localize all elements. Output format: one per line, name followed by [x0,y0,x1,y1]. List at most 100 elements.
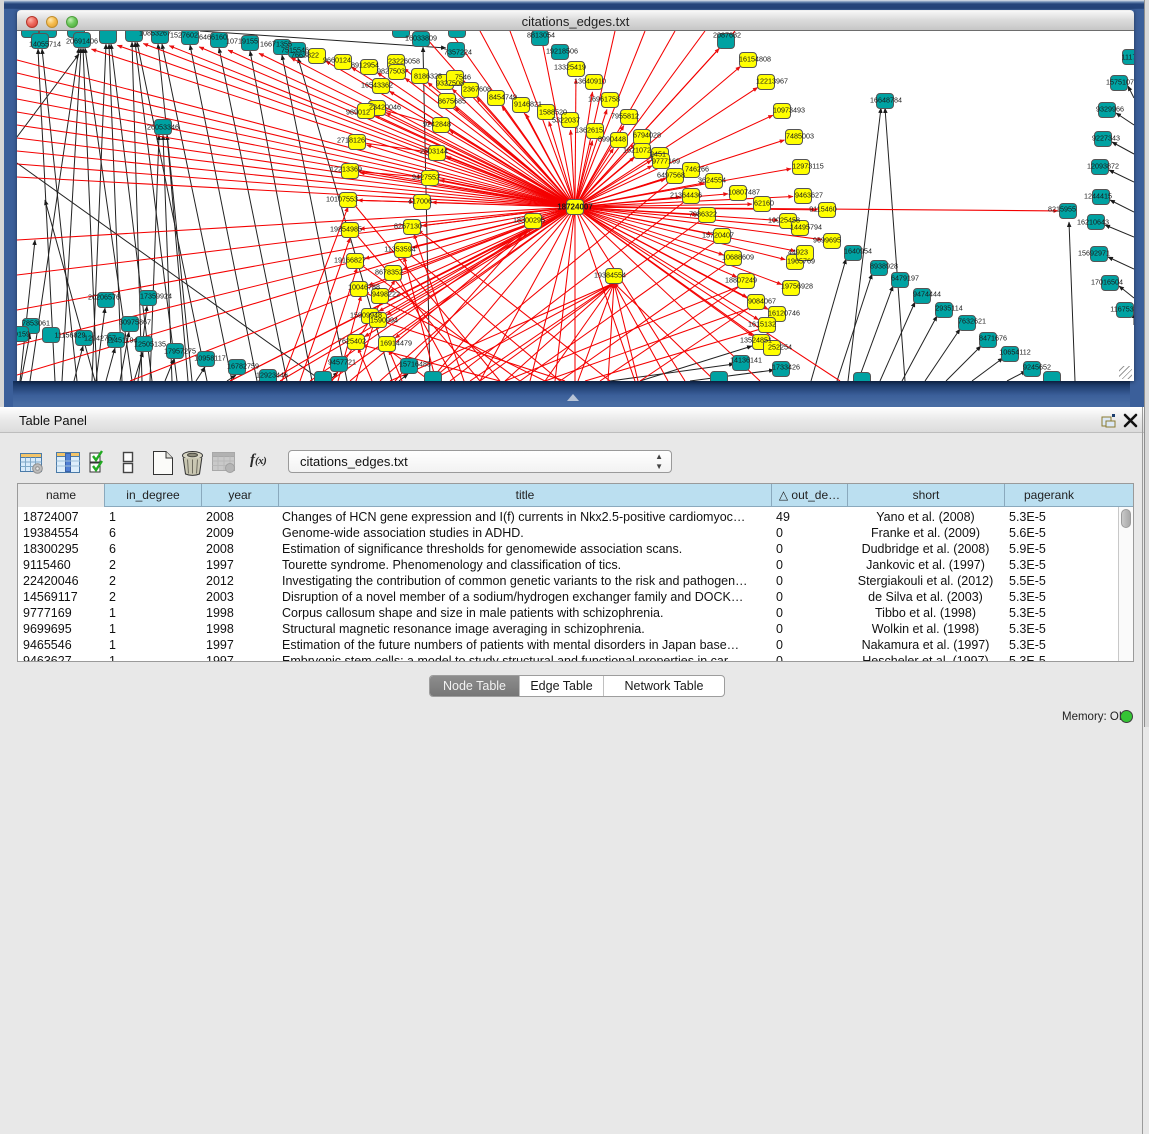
svg-text:1621072: 1621072 [623,146,651,155]
svg-text:20206576: 20206576 [88,293,120,302]
svg-text:7663822: 7663822 [291,51,319,60]
svg-text:19218506: 19218506 [546,47,578,56]
svg-text:10107553: 10107553 [326,195,358,204]
svg-text:1733426: 1733426 [772,363,800,372]
svg-text:8454749: 8454749 [489,93,517,102]
svg-text:939159: 939159 [17,330,30,339]
svg-text:9660124: 9660124 [323,56,351,65]
svg-text:8678352: 8678352 [375,268,403,277]
svg-text:19854985: 19854985 [330,225,362,234]
svg-text:11156829: 11156829 [55,331,86,340]
svg-text:19166827: 19166827 [334,256,366,265]
svg-text:16782759: 16782759 [227,362,259,371]
svg-text:7546: 7546 [455,73,471,82]
svg-text:14055714: 14055714 [29,40,61,49]
svg-text:10654112: 10654112 [999,348,1030,357]
svg-text:16543362: 16543362 [361,81,393,90]
svg-text:8813054: 8813054 [527,31,555,40]
svg-text:12505135: 12505135 [134,340,166,349]
svg-text:16154808: 16154808 [739,55,771,64]
svg-text:1615132: 1615132 [748,320,776,329]
svg-text:13640910: 13640910 [574,77,606,86]
svg-text:15716485: 15716485 [399,360,431,369]
svg-text:12213967: 12213967 [756,77,788,86]
svg-text:9245652: 9245652 [1023,363,1051,372]
svg-text:8675685: 8675685 [438,97,466,106]
svg-text:18724007: 18724007 [557,203,593,212]
svg-text:7853061: 7853061 [22,319,50,328]
svg-text:2718126: 2718126 [337,136,365,145]
svg-text:417006: 417006 [408,197,432,206]
svg-text:7632621: 7632621 [958,317,986,326]
svg-text:11451194: 11451194 [107,336,138,345]
svg-text:1965769: 1965769 [787,257,815,266]
svg-text:10853267: 10853267 [139,31,171,38]
svg-text:9427552: 9427552 [412,173,440,182]
svg-text:9699695: 9699695 [813,236,841,245]
svg-text:26053346: 26053346 [147,123,179,132]
svg-text:9242848: 9242848 [423,120,451,129]
svg-text:18300295: 18300295 [513,216,545,225]
svg-text:7357224: 7357224 [444,48,472,57]
svg-text:6794028: 6794028 [633,131,661,140]
svg-text:2087682: 2087682 [713,31,741,40]
svg-text:1244415: 1244415 [1084,192,1112,201]
svg-text:8215955: 8215955 [1048,205,1076,214]
svg-text:30975867: 30975867 [119,318,151,327]
svg-text:23226058: 23226058 [388,57,420,66]
svg-text:15751074: 15751074 [1106,78,1134,87]
svg-text:16120746: 16120746 [768,309,800,318]
svg-text:19384554: 19384554 [594,271,626,280]
svg-text:17957275: 17957275 [164,347,196,356]
svg-text:21364436: 21364436 [670,191,702,200]
svg-text:7986322: 7986322 [689,210,717,219]
svg-text:6479197: 6479197 [891,274,919,283]
svg-text:9329966: 9329966 [1096,105,1124,114]
svg-text:12093872: 12093872 [1087,162,1119,171]
svg-text:7955812: 7955812 [611,112,639,121]
svg-text:62160: 62160 [754,199,774,208]
svg-text:16033809: 16033809 [405,34,437,43]
svg-text:12973115: 12973115 [792,162,823,171]
svg-text:11353594: 11353594 [384,245,415,254]
svg-text:746266: 746266 [685,165,709,174]
svg-text:1527602: 1527602 [170,31,198,40]
svg-text:23420046: 23420046 [369,103,401,112]
svg-text:9463627: 9463627 [795,191,823,200]
svg-text:13325419: 13325419 [554,63,586,72]
svg-text:15720407: 15720407 [702,231,734,240]
svg-text:1362615: 1362615 [575,126,603,135]
svg-text:6497568: 6497568 [657,171,685,180]
svg-text:44923: 44923 [788,248,808,257]
svg-text:8990448: 8990448 [598,135,626,144]
svg-text:12213369: 12213369 [330,165,362,174]
svg-text:3624554: 3624554 [698,176,726,185]
svg-text:16914479: 16914479 [380,339,412,348]
svg-text:1640954: 1640954 [844,247,872,256]
svg-text:9227343: 9227343 [1092,134,1120,143]
svg-text:17016504: 17016504 [1091,278,1123,287]
svg-text:10807487: 10807487 [728,188,760,197]
svg-text:5322037: 5322037 [552,116,580,125]
svg-text:9084067: 9084067 [748,297,776,306]
svg-text:9827503: 9827503 [377,67,405,76]
svg-text:8938928: 8938928 [870,262,898,271]
svg-text:9498222: 9498222 [372,290,400,299]
svg-text:16210643: 16210643 [1077,218,1109,227]
svg-text:2803144: 2803144 [420,147,448,156]
svg-text:10973493: 10973493 [773,106,805,115]
svg-text:2367608: 2367608 [463,85,491,94]
svg-text:14136141: 14136141 [730,356,762,365]
svg-text:14495794: 14495794 [790,223,822,232]
svg-text:116753: 116753 [1110,305,1133,314]
svg-text:11177: 11177 [1122,53,1134,62]
svg-text:7485003: 7485003 [786,132,814,141]
svg-text:10688609: 10688609 [722,253,754,262]
svg-text:9777169: 9777169 [652,157,680,166]
svg-text:7625402: 7625402 [338,337,366,346]
svg-text:16961758: 16961758 [588,95,620,104]
svg-text:17359924: 17359924 [140,292,172,301]
svg-text:18807249: 18807249 [725,276,757,285]
svg-text:8912954: 8912954 [351,61,379,70]
svg-text:10958117: 10958117 [194,354,225,363]
